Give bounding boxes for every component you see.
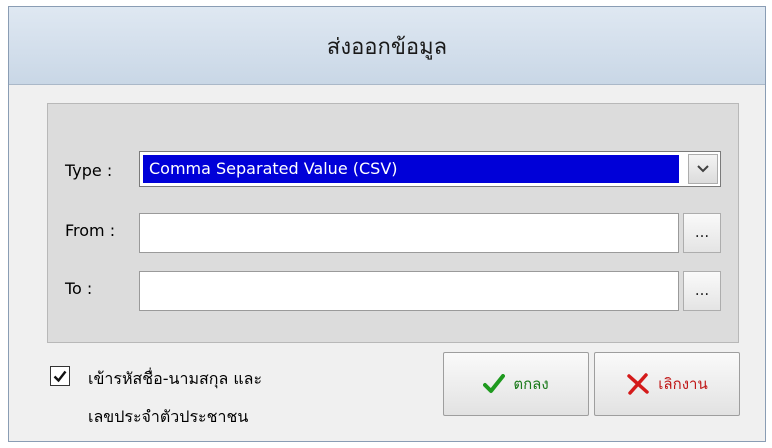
checkmark-icon [53, 370, 67, 383]
from-input[interactable] [139, 213, 679, 253]
encrypt-checkbox-label[interactable]: เข้ารหัสชื่อ-นามสกุล และ เลขประจำตัวประช… [88, 360, 262, 436]
type-selected-value[interactable]: Comma Separated Value (CSV) [143, 155, 679, 183]
cancel-button[interactable]: เลิกงาน [594, 352, 740, 416]
to-input[interactable] [139, 271, 679, 311]
dialog-body: Type : Comma Separated Value (CSV) From … [9, 85, 765, 441]
encrypt-checkbox[interactable] [50, 366, 70, 386]
dialog-title: ส่งออกข้อมูล [326, 35, 448, 60]
type-label: Type : [65, 161, 113, 180]
encrypt-label-line1: เข้ารหัสชื่อ-นามสกุล และ [88, 369, 263, 388]
title-bar[interactable]: ส่งออกข้อมูล [9, 7, 765, 85]
encrypt-label-line2: เลขประจำตัวประชาชน [88, 407, 249, 426]
export-options-group: Type : Comma Separated Value (CSV) From … [47, 103, 739, 343]
from-browse-button[interactable]: ... [683, 213, 721, 253]
to-browse-button[interactable]: ... [683, 271, 721, 311]
chevron-down-icon [697, 165, 709, 173]
close-icon [627, 373, 650, 395]
check-icon [483, 374, 506, 393]
to-label: To : [65, 279, 93, 298]
cancel-button-label: เลิกงาน [658, 375, 708, 393]
ok-button-label: ตกลง [513, 375, 549, 393]
type-select[interactable]: Comma Separated Value (CSV) [139, 151, 721, 187]
from-label: From : [65, 221, 116, 240]
export-dialog: ส่งออกข้อมูล Type : Comma Separated Valu… [8, 6, 766, 442]
ok-button[interactable]: ตกลง [443, 352, 589, 416]
type-dropdown-button[interactable] [688, 154, 718, 184]
